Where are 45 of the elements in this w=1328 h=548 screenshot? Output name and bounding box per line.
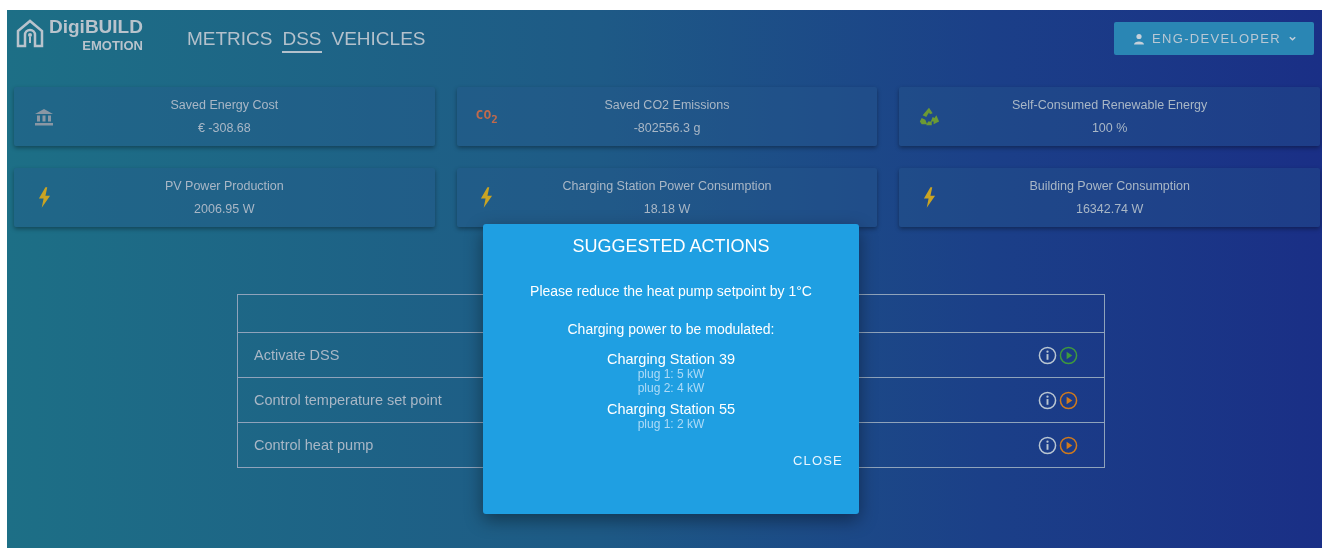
kpi-value: 16342.74 W xyxy=(1075,202,1144,216)
plug-power: plug 1: 5 kW xyxy=(637,367,705,381)
nav-tab[interactable]: DSS xyxy=(282,28,322,53)
lightning-icon xyxy=(922,187,936,208)
close-button[interactable]: CLOSE xyxy=(786,447,849,474)
co2-icon: CO$_{2}$ xyxy=(475,107,498,126)
station-name: Charging Station 39 xyxy=(606,351,736,367)
info-icon[interactable] xyxy=(1038,345,1057,365)
kpi-value: € -308.68 xyxy=(197,121,251,135)
user-menu-button[interactable]: ENG-DEVELOPER xyxy=(1114,22,1314,55)
kpi-title: PV Power Production xyxy=(164,179,284,193)
action-label: Control temperature set point xyxy=(254,392,442,408)
dialog-subtitle: Charging power to be modulated: xyxy=(567,321,775,337)
kpi-title: Saved CO2 Emissions xyxy=(604,98,730,112)
kpi-value: 100 % xyxy=(1091,121,1128,135)
recycle-icon xyxy=(918,105,941,128)
kpi-title: Building Power Consumption xyxy=(1029,179,1190,193)
lightning-icon xyxy=(37,187,51,208)
info-icon[interactable] xyxy=(1038,435,1057,455)
play-icon[interactable] xyxy=(1059,390,1078,410)
kpi-value: 18.18 W xyxy=(643,202,691,216)
logo-name: DigiBUILD xyxy=(49,16,143,38)
action-label: Activate DSS xyxy=(254,347,340,363)
station-name: Charging Station 55 xyxy=(606,401,736,417)
kpi-value: -802556.3 g xyxy=(633,121,701,135)
house-logo-icon xyxy=(15,18,45,48)
kpi-title: Charging Station Power Consumption xyxy=(562,179,772,193)
user-icon xyxy=(1133,32,1146,45)
plug-power: plug 2: 4 kW xyxy=(637,381,705,395)
nav-tab[interactable]: VEHICLES xyxy=(331,28,426,53)
nav-tab[interactable]: METRICS xyxy=(186,28,273,53)
play-icon[interactable] xyxy=(1059,345,1078,365)
chevron-down-icon xyxy=(1287,34,1297,43)
plug-power: plug 1: 2 kW xyxy=(637,417,705,431)
kpi-title: Saved Energy Cost xyxy=(170,98,279,112)
dialog-message: Please reduce the heat pump setpoint by 1°C xyxy=(530,283,812,299)
info-icon[interactable] xyxy=(1038,390,1057,410)
logo-subtitle: EMOTION xyxy=(82,38,143,53)
lightning-icon xyxy=(480,187,494,208)
action-label: Control heat pump xyxy=(254,437,374,453)
kpi-value: 2006.95 W xyxy=(194,202,255,216)
play-icon[interactable] xyxy=(1059,435,1078,455)
bank-icon xyxy=(34,106,54,127)
kpi-title: Self-Consumed Renewable Energy xyxy=(1012,98,1208,112)
dialog-title: SUGGESTED ACTIONS xyxy=(572,236,770,257)
